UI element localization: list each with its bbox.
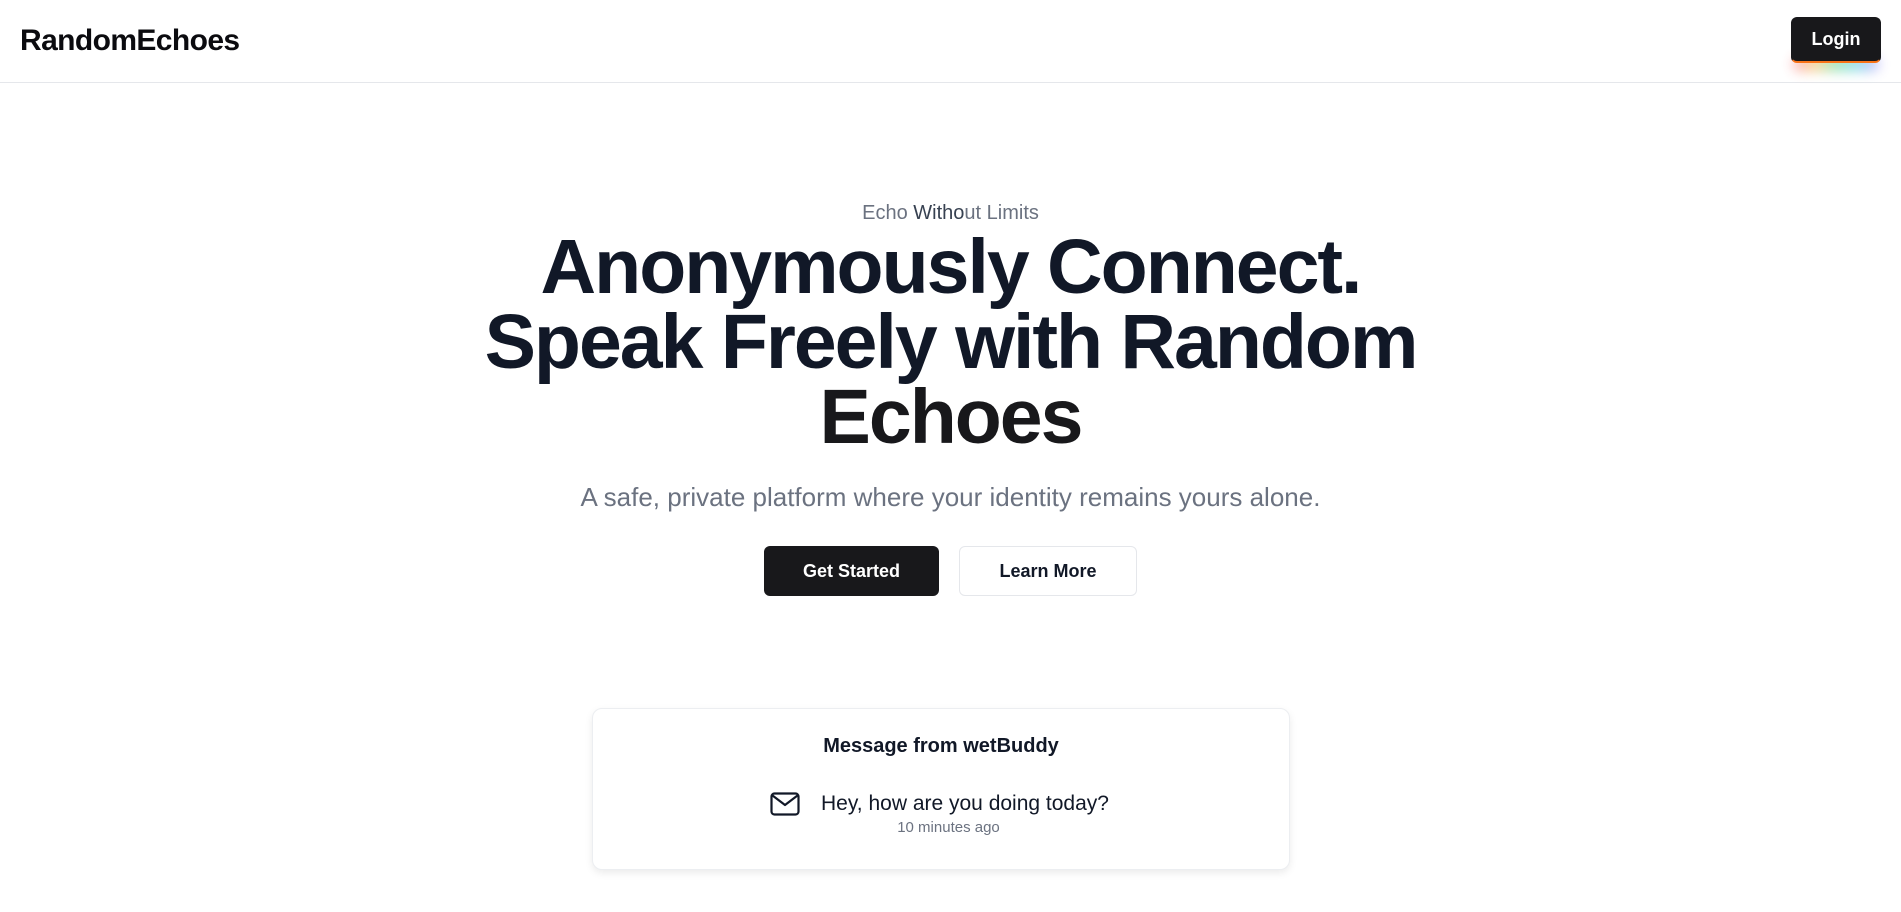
hero-headline: Anonymously Connect. Speak Freely with R…: [461, 224, 1441, 460]
message-text: Hey, how are you doing today?: [821, 792, 1109, 815]
hero-section: Echo Without Limits Anonymously Connect.…: [0, 200, 1901, 596]
message-timestamp: 10 minutes ago: [897, 819, 1000, 836]
top-navbar: RandomEchoes Login: [0, 0, 1901, 83]
hero-subtext: A safe, private platform where your iden…: [580, 482, 1321, 512]
mail-icon: [770, 792, 800, 816]
headline-line-3: Echoes: [819, 374, 1084, 460]
learn-more-button[interactable]: Learn More: [959, 546, 1137, 596]
hero-eyebrow: Echo Without Limits: [0, 200, 1901, 226]
get-started-button[interactable]: Get Started: [764, 546, 939, 596]
cta-row: Get Started Learn More: [0, 546, 1901, 596]
eyebrow-part1: Echo: [862, 202, 914, 224]
eyebrow-part2: Witho: [913, 202, 965, 224]
login-button-wrapper[interactable]: Login: [1791, 17, 1881, 71]
message-card-title: Message from wetBuddy: [823, 735, 1059, 757]
headline-line-1: Anonymously Connect.: [540, 224, 1363, 310]
headline-line-2: Speak Freely with Random: [484, 299, 1419, 385]
message-card: Message from wetBuddy Hey, how are you d…: [592, 708, 1290, 870]
login-button[interactable]: Login: [1791, 17, 1881, 63]
eyebrow-part3: ut Limits: [964, 202, 1039, 224]
brand-logo[interactable]: RandomEchoes: [20, 22, 240, 60]
